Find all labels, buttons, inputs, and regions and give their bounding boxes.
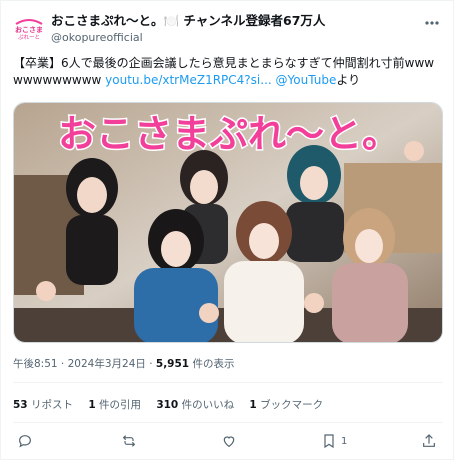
views-count: 5,951 — [155, 358, 190, 370]
tweet-card: おこさま ぷれーと おこさまぷれ～と。🍽️ チャンネル登録者67万人 @okop… — [0, 0, 454, 460]
share-icon — [423, 434, 435, 447]
action-bar: 1 — [13, 431, 443, 451]
tweet-text: 【卒業】6人で最後の企画会議したら意見まとまらなすぎて仲間割れ寸前wwwwwww… — [13, 55, 443, 89]
more-icon[interactable] — [423, 15, 441, 29]
quotes-count: 1 — [88, 399, 96, 411]
engagement-stats: 53 リポスト 1 件の引用 310 件のいいね 1 ブックマーク — [13, 397, 335, 412]
bookmark-count: 1 — [341, 435, 348, 447]
stat-quotes[interactable]: 1 件の引用 — [88, 399, 141, 411]
like-icon — [223, 436, 235, 448]
youtube-mention[interactable]: @YouTube — [276, 73, 337, 87]
account-handle[interactable]: @okopureofficial — [51, 30, 411, 46]
display-name[interactable]: おこさまぷれ～と。🍽️ チャンネル登録者67万人 — [51, 13, 411, 29]
avatar[interactable]: おこさま ぷれーと — [13, 11, 45, 43]
account-names: おこさまぷれ～と。🍽️ チャンネル登録者67万人 @okopureofficia… — [51, 13, 411, 46]
quotes-label: 件の引用 — [95, 399, 141, 411]
stat-bookmarks[interactable]: 1 ブックマーク — [249, 399, 323, 411]
video-thumbnail[interactable]: おこさまぷれ～と。 — [13, 102, 443, 343]
share-button[interactable] — [421, 431, 437, 451]
bookmark-icon — [324, 434, 334, 449]
svg-text:ぷれーと: ぷれーと — [18, 34, 40, 41]
likes-label: 件のいいね — [178, 399, 235, 411]
youtube-link[interactable]: youtu.be/xtrMeZ1RPC4?si... — [105, 73, 272, 87]
repost-icon — [122, 435, 136, 447]
stat-reposts[interactable]: 53 リポスト — [13, 399, 73, 411]
bookmark-button[interactable]: 1 — [321, 431, 347, 451]
divider — [13, 422, 443, 423]
stat-likes[interactable]: 310 件のいいね — [156, 399, 234, 411]
thumbnail-title: おこさまぷれ～と。 — [58, 112, 400, 156]
svg-text:おこさま: おこさま — [15, 25, 43, 34]
views-label: 件の表示 — [189, 358, 235, 370]
thumbnail-image: おこさまぷれ～と。 — [14, 103, 442, 342]
avatar-logo: おこさま ぷれーと — [13, 11, 45, 43]
repost-button[interactable] — [121, 431, 137, 451]
reposts-label: リポスト — [27, 399, 73, 411]
tweet-text-tail: より — [336, 73, 361, 87]
like-button[interactable] — [221, 431, 237, 451]
reply-button[interactable] — [17, 431, 33, 451]
tweet-header: おこさま ぷれーと おこさまぷれ～と。🍽️ チャンネル登録者67万人 @okop… — [13, 11, 443, 47]
bookmarks-count: 1 — [249, 399, 257, 411]
reposts-count: 53 — [13, 399, 28, 411]
bookmarks-label: ブックマーク — [256, 399, 324, 411]
likes-count: 310 — [156, 399, 179, 411]
tweet-date[interactable]: 2024年3月24日 — [68, 358, 146, 370]
reply-icon — [19, 435, 31, 448]
divider — [13, 382, 443, 383]
tweet-meta: 午後8:51 · 2024年3月24日 · 5,951 件の表示 — [13, 358, 235, 370]
tweet-time[interactable]: 午後8:51 — [13, 358, 58, 370]
